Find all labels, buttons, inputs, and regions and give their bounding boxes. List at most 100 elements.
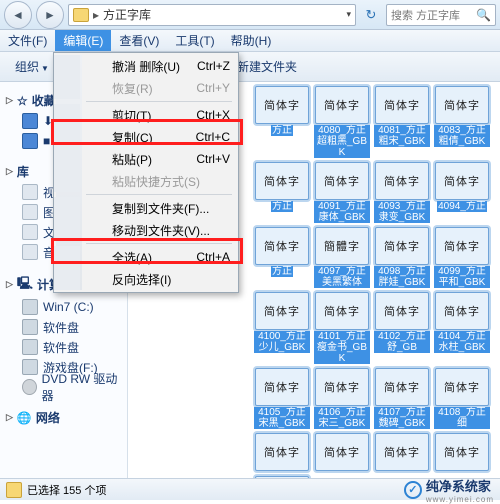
file-item[interactable]: 简体字4106_方正宋三_GBK [314, 368, 370, 429]
pictures-icon [22, 204, 38, 220]
menu-item[interactable]: 反向选择(I) [54, 268, 236, 290]
file-item[interactable]: 简体字4080_方正超粗黑_GBK [314, 86, 370, 158]
watermark: ✓ 纯净系统家 www.yimei.com [404, 476, 494, 504]
menu-separator [86, 194, 232, 195]
file-name: 4101_方正瘦金书_GBK [314, 331, 370, 364]
file-thumb-text: 简体字 [384, 173, 420, 189]
menu-item-shortcut: Ctrl+C [196, 130, 230, 144]
file-item[interactable]: 简体字4101_方正瘦金书_GBK [314, 292, 370, 364]
menu-item[interactable]: 粘贴(P)Ctrl+V [54, 148, 236, 170]
sidebar-drive-soft2[interactable]: 软件盘 [0, 337, 127, 357]
file-item[interactable]: 简体字 4102_方正舒_GB [374, 292, 430, 364]
file-thumb-text: 简体字 [384, 303, 420, 319]
file-item[interactable]: 简体字4105_方正宋黑_GBK [254, 368, 310, 429]
file-grid: 简体字方正简体字4080_方正超粗黑_GBK简体字4081_方正粗宋_GBK简体… [250, 82, 500, 478]
file-thumb-text: 简体字 [444, 444, 480, 460]
file-name: 4083_方正粗倩_GBK [434, 125, 490, 147]
menu-item-label: 全选(A) [112, 249, 196, 266]
file-name: 4100_方正少儿_GBK [254, 331, 310, 353]
file-thumb-text: 简体字 [264, 238, 300, 254]
menu-view[interactable]: 查看(V) [111, 30, 167, 51]
file-name: 4093_方正隶变_GBK [374, 201, 430, 223]
file-name: 4080_方正超粗黑_GBK [314, 125, 370, 158]
chevron-down-icon: ▷ [6, 279, 13, 290]
address-bar[interactable]: ▸ 方正字库 ▾ [68, 4, 356, 26]
file-item[interactable]: 简体字4107_方正魏碑_GBK [374, 368, 430, 429]
menu-item-shortcut: Ctrl+Y [196, 81, 230, 95]
downloads-icon [22, 113, 38, 129]
menu-item[interactable]: 撤消 删除(U)Ctrl+Z [54, 55, 236, 77]
file-name: 方正 [271, 125, 293, 136]
menu-item-label: 复制(C) [112, 129, 196, 146]
chevron-down-icon[interactable]: ▾ [346, 9, 351, 20]
menu-item-shortcut: Ctrl+V [196, 152, 230, 166]
file-item[interactable]: 简体字 [254, 433, 310, 472]
menu-tools[interactable]: 工具(T) [167, 30, 222, 51]
file-item[interactable]: 简体字 [314, 433, 370, 472]
status-selected: 已选择 155 个项 [27, 482, 106, 498]
search-input[interactable]: 搜索 方正字库 🔍 [386, 4, 496, 26]
file-item[interactable]: 简体字 [374, 433, 430, 472]
file-item[interactable]: 简体字4094_方正 [434, 162, 490, 223]
sidebar-drive-soft1[interactable]: 软件盘 [0, 317, 127, 337]
file-thumb-text: 简体字 [444, 173, 480, 189]
file-item[interactable]: 简体字4099_方正平和_GBK [434, 227, 490, 288]
file-thumb: 简体字 [375, 86, 429, 124]
file-thumb-text: 简体字 [444, 303, 480, 319]
file-thumb: 简体字 [435, 368, 489, 406]
organize-button[interactable]: 组织▼ [6, 54, 58, 79]
file-thumb-text: 简体字 [264, 303, 300, 319]
file-thumb: 简体字 [435, 86, 489, 124]
back-button[interactable]: ◄ [4, 1, 32, 29]
watermark-sub: www.yimei.com [426, 495, 494, 504]
sidebar-drive-dvd[interactable]: DVD RW 驱动器 [0, 377, 127, 397]
file-name: 4102_方正舒_GB [374, 331, 430, 353]
file-item[interactable]: 简体字4091_方正康体_GBK [314, 162, 370, 223]
file-item[interactable]: 简体字方正 [254, 162, 310, 223]
file-thumb: 简体字 [435, 227, 489, 265]
sidebar-drive-c[interactable]: Win7 (C:) [0, 297, 127, 317]
menu-item[interactable]: 全选(A)Ctrl+A [54, 246, 236, 268]
file-thumb: 简体字 [255, 433, 309, 471]
file-item[interactable]: 简体字4083_方正粗倩_GBK [434, 86, 490, 158]
menu-edit[interactable]: 编辑(E) [55, 30, 111, 51]
menu-item[interactable]: 剪切(T)Ctrl+X [54, 104, 236, 126]
menu-item-label: 撤消 删除(U) [112, 58, 197, 75]
refresh-button[interactable]: ↻ [360, 4, 382, 26]
menu-file[interactable]: 文件(F) [0, 30, 55, 51]
menu-separator [86, 101, 232, 102]
file-name: 4107_方正魏碑_GBK [374, 407, 430, 429]
file-item[interactable]: 简体字4081_方正粗宋_GBK [374, 86, 430, 158]
file-item[interactable]: 简体字 [434, 433, 490, 472]
file-item[interactable]: 簡體字4097_方正美黑繁体 [314, 227, 370, 288]
forward-button[interactable]: ► [36, 1, 64, 29]
file-thumb: 简体字 [375, 368, 429, 406]
menu-help[interactable]: 帮助(H) [223, 30, 280, 51]
file-thumb: 简体字 [375, 292, 429, 330]
sidebar-network-head[interactable]: ▷🌐 网络 [0, 407, 127, 428]
file-thumb: 简体字 [315, 292, 369, 330]
file-thumb-text: 简体字 [264, 379, 300, 395]
file-thumb: 简体字 [315, 433, 369, 471]
file-item[interactable]: 简体字 4093_方正隶变_GBK [374, 162, 430, 223]
file-item[interactable]: 简体字 4100_方正少儿_GBK [254, 292, 310, 364]
menu-item[interactable]: 复制(C)Ctrl+C [54, 126, 236, 148]
titlebar: ◄ ► ▸ 方正字库 ▾ ↻ 搜索 方正字库 🔍 [0, 0, 500, 30]
file-item[interactable]: 简体字4108_方正细 [434, 368, 490, 429]
file-name: 4104_方正水柱_GBK [434, 331, 490, 353]
drive-icon [22, 339, 38, 355]
file-thumb: 简体字 [315, 162, 369, 200]
file-item[interactable]: 简体字4098_方正胖娃_GBK [374, 227, 430, 288]
menu-item[interactable]: 复制到文件夹(F)... [54, 197, 236, 219]
menu-item[interactable]: 移动到文件夹(V)... [54, 219, 236, 241]
file-thumb-text: 简体字 [324, 173, 360, 189]
file-item[interactable]: 简体字方正 [254, 227, 310, 288]
file-item[interactable]: 简体字方正 [254, 86, 310, 158]
new-folder-button[interactable]: 新建文件夹 [228, 54, 306, 79]
file-thumb: 简体字 [315, 368, 369, 406]
file-name: 方正 [271, 266, 293, 277]
file-item[interactable]: 简体字 4104_方正水柱_GBK [434, 292, 490, 364]
menu-item-label: 复制到文件夹(F)... [112, 200, 230, 217]
file-thumb: 简体字 [315, 86, 369, 124]
file-item[interactable]: 简体字 [254, 476, 310, 478]
